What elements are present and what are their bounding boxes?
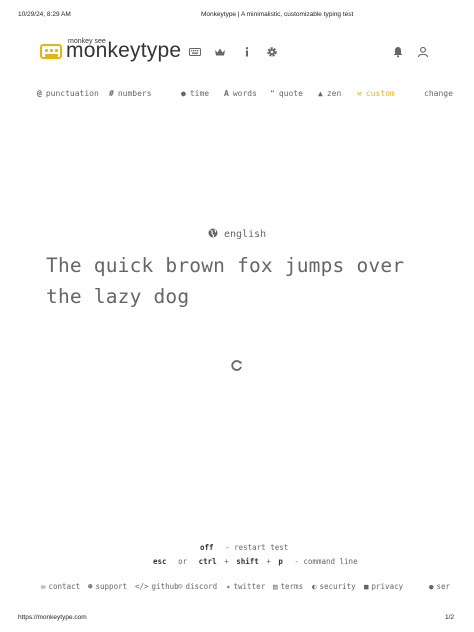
footer-github[interactable]: </> github (135, 582, 179, 591)
clock-icon: ● (181, 89, 186, 98)
hint-key-p: p (278, 557, 283, 566)
mode-time[interactable]: ● time (181, 89, 209, 98)
footer-support[interactable]: ☻ support (88, 582, 127, 591)
footer-discord[interactable]: ☺ discord (178, 582, 217, 591)
print-page-title: Monkeytype | A minimalistic, customizabl… (201, 11, 354, 18)
mode-words[interactable]: Awords (224, 89, 257, 98)
restart-icon[interactable] (230, 359, 244, 373)
wrench-icon: ⚒ (357, 89, 362, 98)
font-a-icon: A (224, 89, 229, 98)
keyboard-icon[interactable] (189, 46, 201, 58)
hint-key-shift: shift (236, 557, 259, 566)
bell-icon[interactable] (392, 46, 404, 58)
print-page-count: 1/2 (445, 614, 455, 621)
footer-terms[interactable]: ▤ terms (273, 582, 303, 591)
footer-security[interactable]: ◐ security (312, 582, 356, 591)
test-words[interactable]: The quick brown fox jumps over the lazy … (46, 250, 446, 312)
mode-zen[interactable]: ▲ zen (318, 89, 341, 98)
logo-keyboard-icon[interactable] (40, 44, 62, 59)
quote-icon: ❝ (270, 89, 275, 98)
footer-theme[interactable]: ● ser (429, 582, 450, 591)
config-numbers[interactable]: # numbers (109, 89, 152, 98)
at-sign-icon: @ (37, 89, 42, 98)
info-icon[interactable] (241, 46, 253, 58)
document-icon: ▤ (273, 582, 278, 591)
donate-icon: ☻ (88, 582, 93, 591)
discord-icon: ☺ (178, 582, 183, 591)
config-punctuation[interactable]: @ punctuation (37, 89, 99, 98)
hint-key-off: off (200, 543, 214, 552)
code-icon: </> (135, 582, 149, 591)
hint-restart: off - restart test (200, 543, 289, 552)
hint-key-ctrl: ctrl (198, 557, 217, 566)
logo-name[interactable]: monkeytype (66, 39, 181, 63)
footer-privacy[interactable]: ■ privacy (364, 582, 403, 591)
footer-contact[interactable]: ✉ contact (41, 582, 80, 591)
palette-icon: ● (429, 582, 434, 591)
mode-quote[interactable]: ❝ quote (270, 89, 303, 98)
language-label: english (224, 229, 267, 240)
print-datetime: 10/29/24, 8:29 AM (18, 11, 71, 18)
footer-twitter[interactable]: ✦ twitter (226, 582, 265, 591)
hint-command-line: esc or ctrl + shift + p - command line (153, 557, 358, 566)
print-url: https://monkeytype.com (18, 614, 87, 621)
language-selector[interactable]: english (208, 228, 266, 240)
user-icon[interactable] (417, 46, 429, 58)
gear-icon[interactable] (266, 46, 278, 58)
shield-icon: ◐ (312, 582, 317, 591)
lock-icon: ■ (364, 582, 369, 591)
twitter-icon: ✦ (226, 582, 231, 591)
envelope-icon: ✉ (41, 582, 46, 591)
crown-icon[interactable] (214, 46, 226, 58)
config-change[interactable]: change (424, 89, 453, 98)
mode-custom[interactable]: ⚒ custom (357, 89, 395, 98)
globe-icon (208, 228, 218, 238)
hint-key-esc: esc (153, 557, 167, 566)
mountain-icon: ▲ (318, 89, 323, 98)
hash-icon: # (109, 89, 114, 98)
